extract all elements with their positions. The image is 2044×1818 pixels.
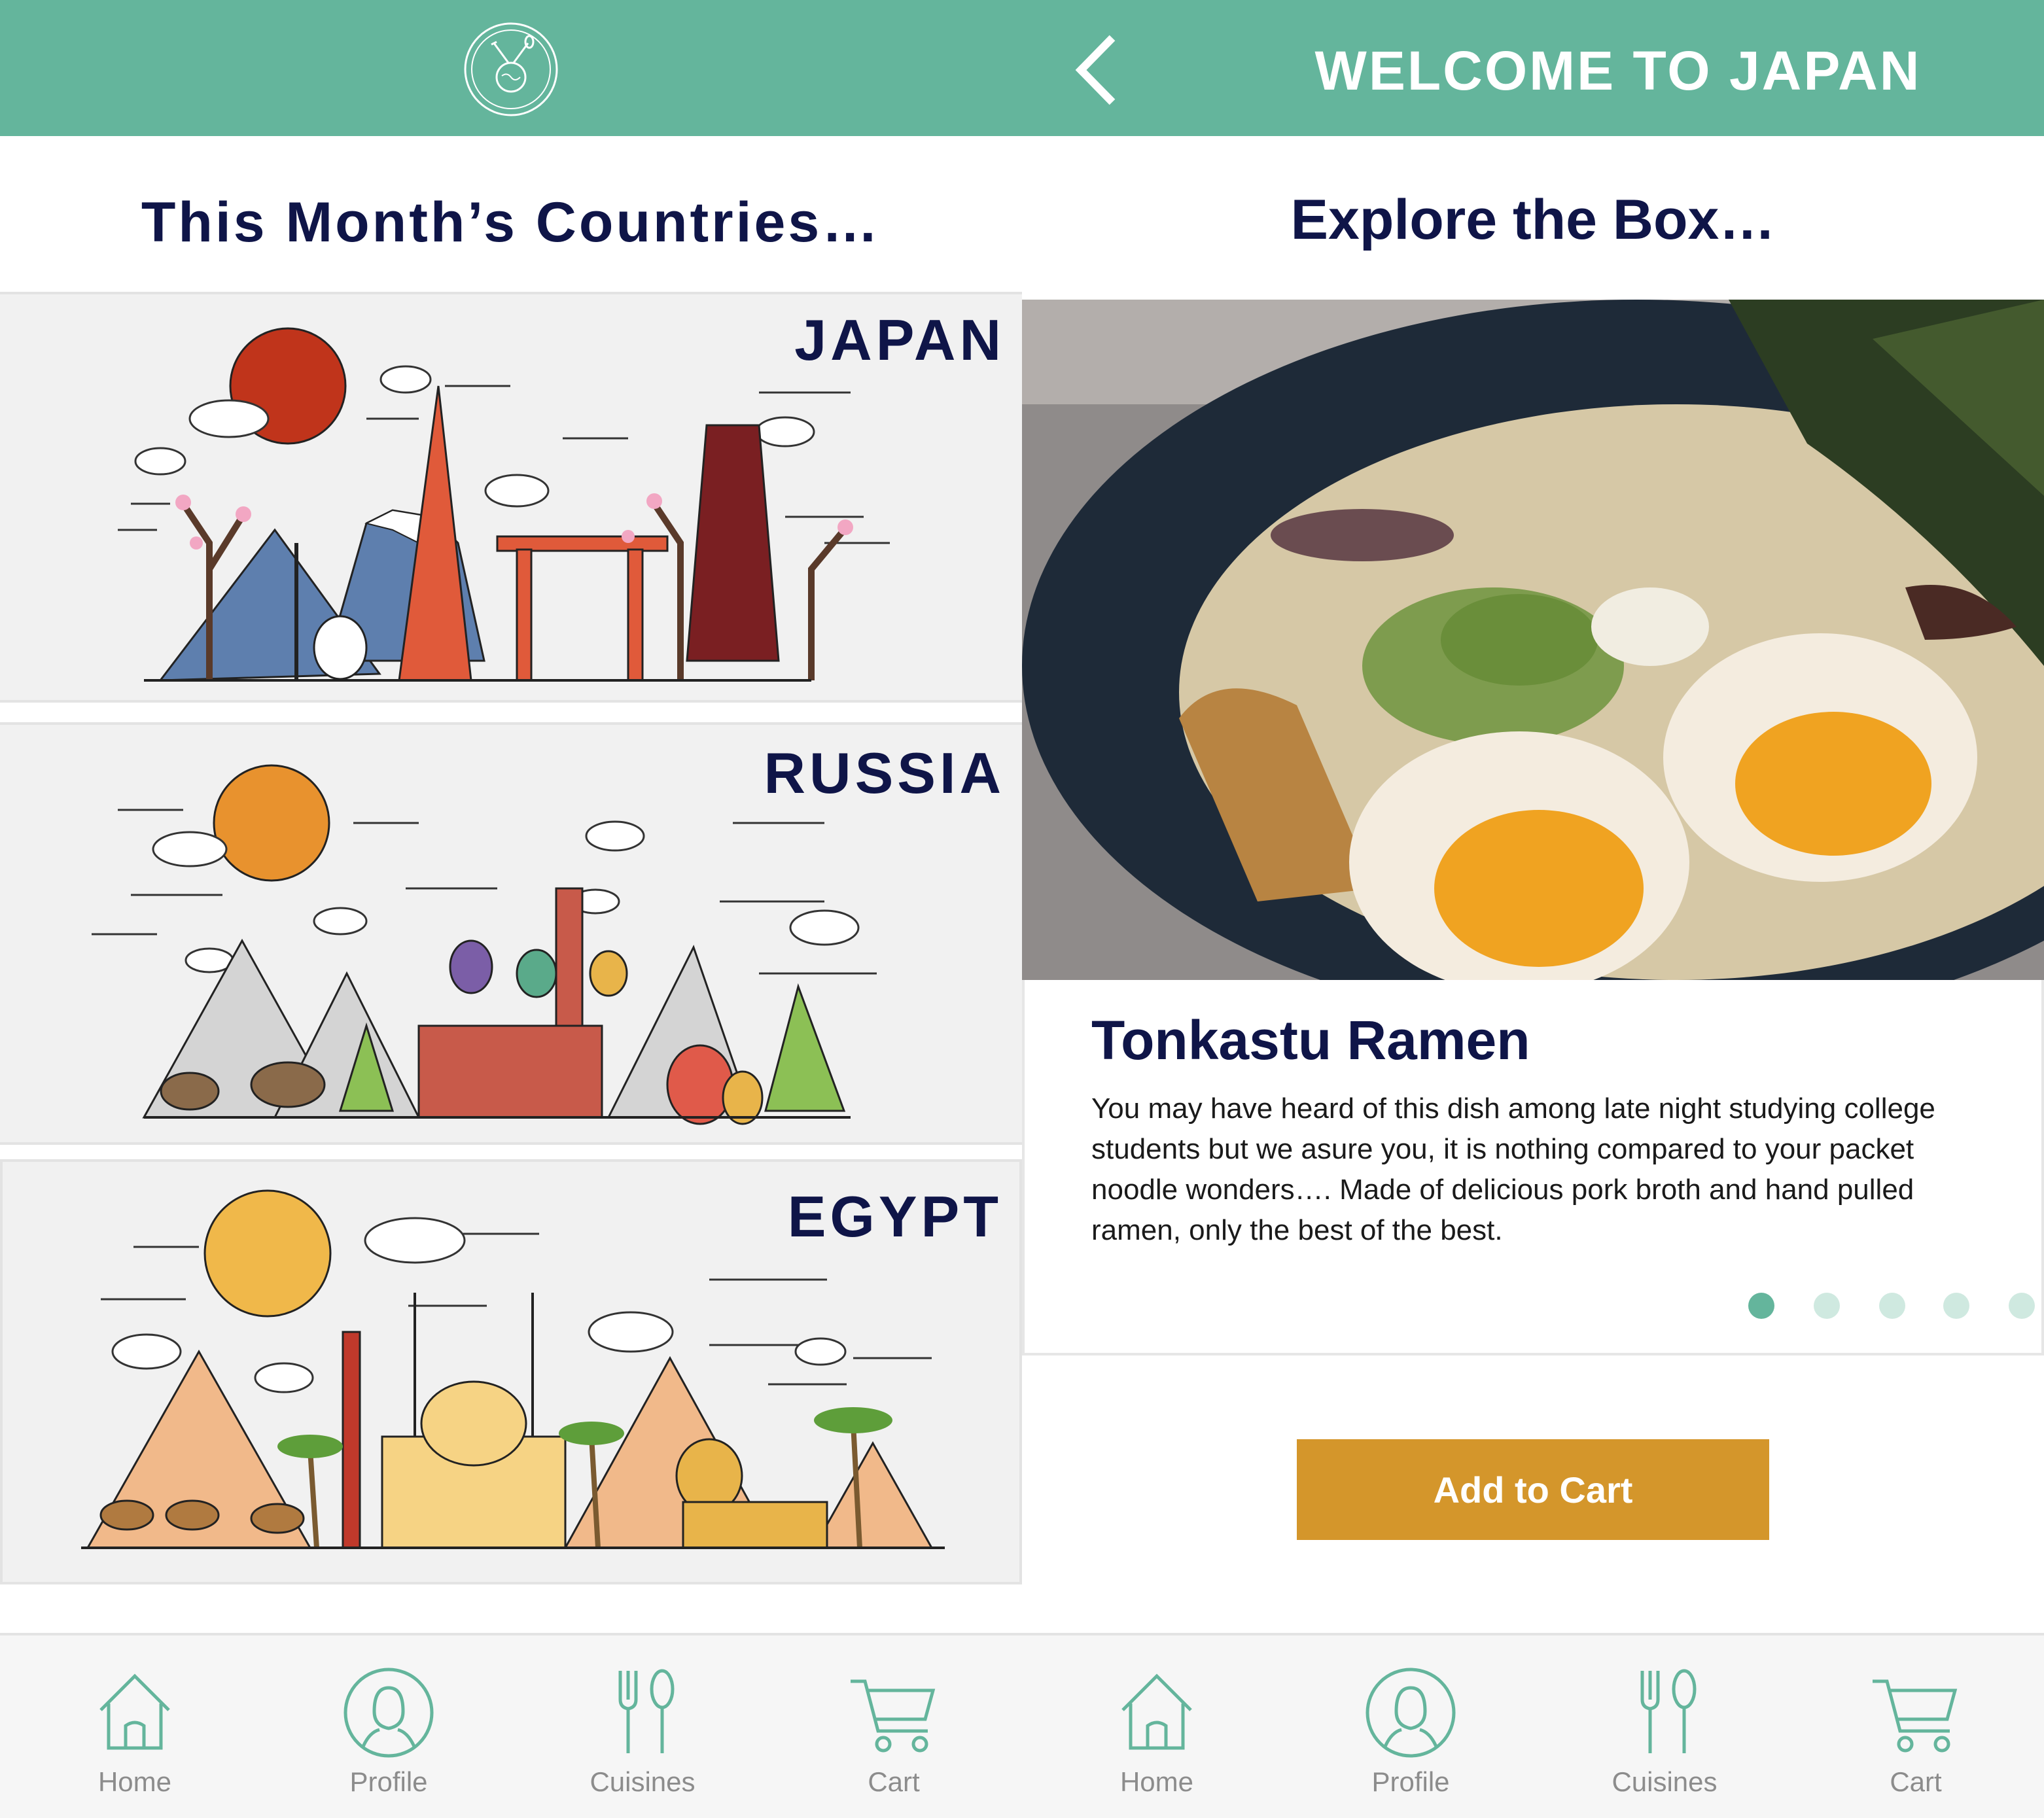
carousel-dot[interactable] (1943, 1293, 1969, 1319)
tab-cuisines[interactable]: Cuisines (544, 1635, 741, 1818)
fork-spoon-icon (618, 1669, 675, 1753)
food-description: You may have heard of this dish among la… (1091, 1093, 1935, 1246)
food-name: Tonkastu Ramen (1091, 1009, 1530, 1071)
tab-profile[interactable]: Profile (1313, 1635, 1509, 1818)
fork-spoon-icon (1640, 1669, 1697, 1753)
cart-icon (1873, 1679, 1958, 1753)
tab-profile[interactable]: Profile (291, 1635, 487, 1818)
bottom-tab-bar: Home Profile Cuisines Cart (0, 1633, 1022, 1818)
country-name: RUSSIA (764, 741, 1005, 805)
tab-home[interactable]: Home (37, 1635, 233, 1818)
profile-icon (344, 1668, 434, 1758)
sun-icon (213, 764, 330, 882)
chevron-left-icon[interactable] (1069, 34, 1128, 106)
carousel-dot[interactable] (2009, 1293, 2035, 1319)
tab-label: Cuisines (590, 1766, 696, 1797)
app-header (0, 0, 1022, 136)
globe-utensils-logo-icon[interactable] (463, 21, 559, 118)
countries-screen: This Month’s Countries… JAPAN RUSSIA EGY… (0, 0, 1022, 1818)
sun-icon (203, 1189, 332, 1318)
tab-cuisines[interactable]: Cuisines (1566, 1635, 1763, 1818)
tab-label: Home (97, 1766, 172, 1797)
bottom-tab-bar: Home Profile Cuisines Cart (1022, 1633, 2044, 1818)
tab-label: Cart (1890, 1766, 1942, 1797)
page-title: This Month’s Countries… (141, 191, 881, 254)
country-card-russia[interactable]: RUSSIA (0, 722, 1022, 1145)
country-name: JAPAN (794, 307, 1005, 372)
home-icon (1121, 1673, 1192, 1750)
cart-icon (851, 1679, 936, 1753)
app-header: WELCOME TO JAPAN (1022, 0, 2044, 136)
tab-cart[interactable]: Cart (796, 1635, 992, 1818)
carousel-dot[interactable] (1879, 1293, 1905, 1319)
ramen-photo (1022, 300, 2044, 980)
tab-label: Cart (868, 1766, 920, 1797)
tab-cart[interactable]: Cart (1818, 1635, 2014, 1818)
tab-label: Cuisines (1612, 1766, 1718, 1797)
header-title: WELCOME TO JAPAN (1314, 40, 1922, 101)
country-card-egypt[interactable]: EGYPT (0, 1159, 1022, 1584)
country-detail-screen: WELCOME TO JAPAN Explore the Box… Tonkas… (1022, 0, 2044, 1818)
tab-label: Profile (349, 1766, 428, 1797)
profile-icon (1366, 1668, 1456, 1758)
tab-label: Home (1119, 1766, 1194, 1797)
country-name: EGYPT (787, 1184, 1002, 1249)
country-card-japan[interactable]: JAPAN (0, 292, 1022, 703)
home-icon (99, 1673, 170, 1750)
carousel-dot[interactable] (1748, 1293, 1774, 1319)
tab-home[interactable]: Home (1059, 1635, 1255, 1818)
add-to-cart-button[interactable]: Add to Cart (1297, 1439, 1769, 1540)
carousel-dot[interactable] (1814, 1293, 1840, 1319)
page-title: Explore the Box… (1290, 188, 1776, 251)
tab-label: Profile (1371, 1766, 1450, 1797)
carousel-dots (1022, 1293, 2044, 1319)
